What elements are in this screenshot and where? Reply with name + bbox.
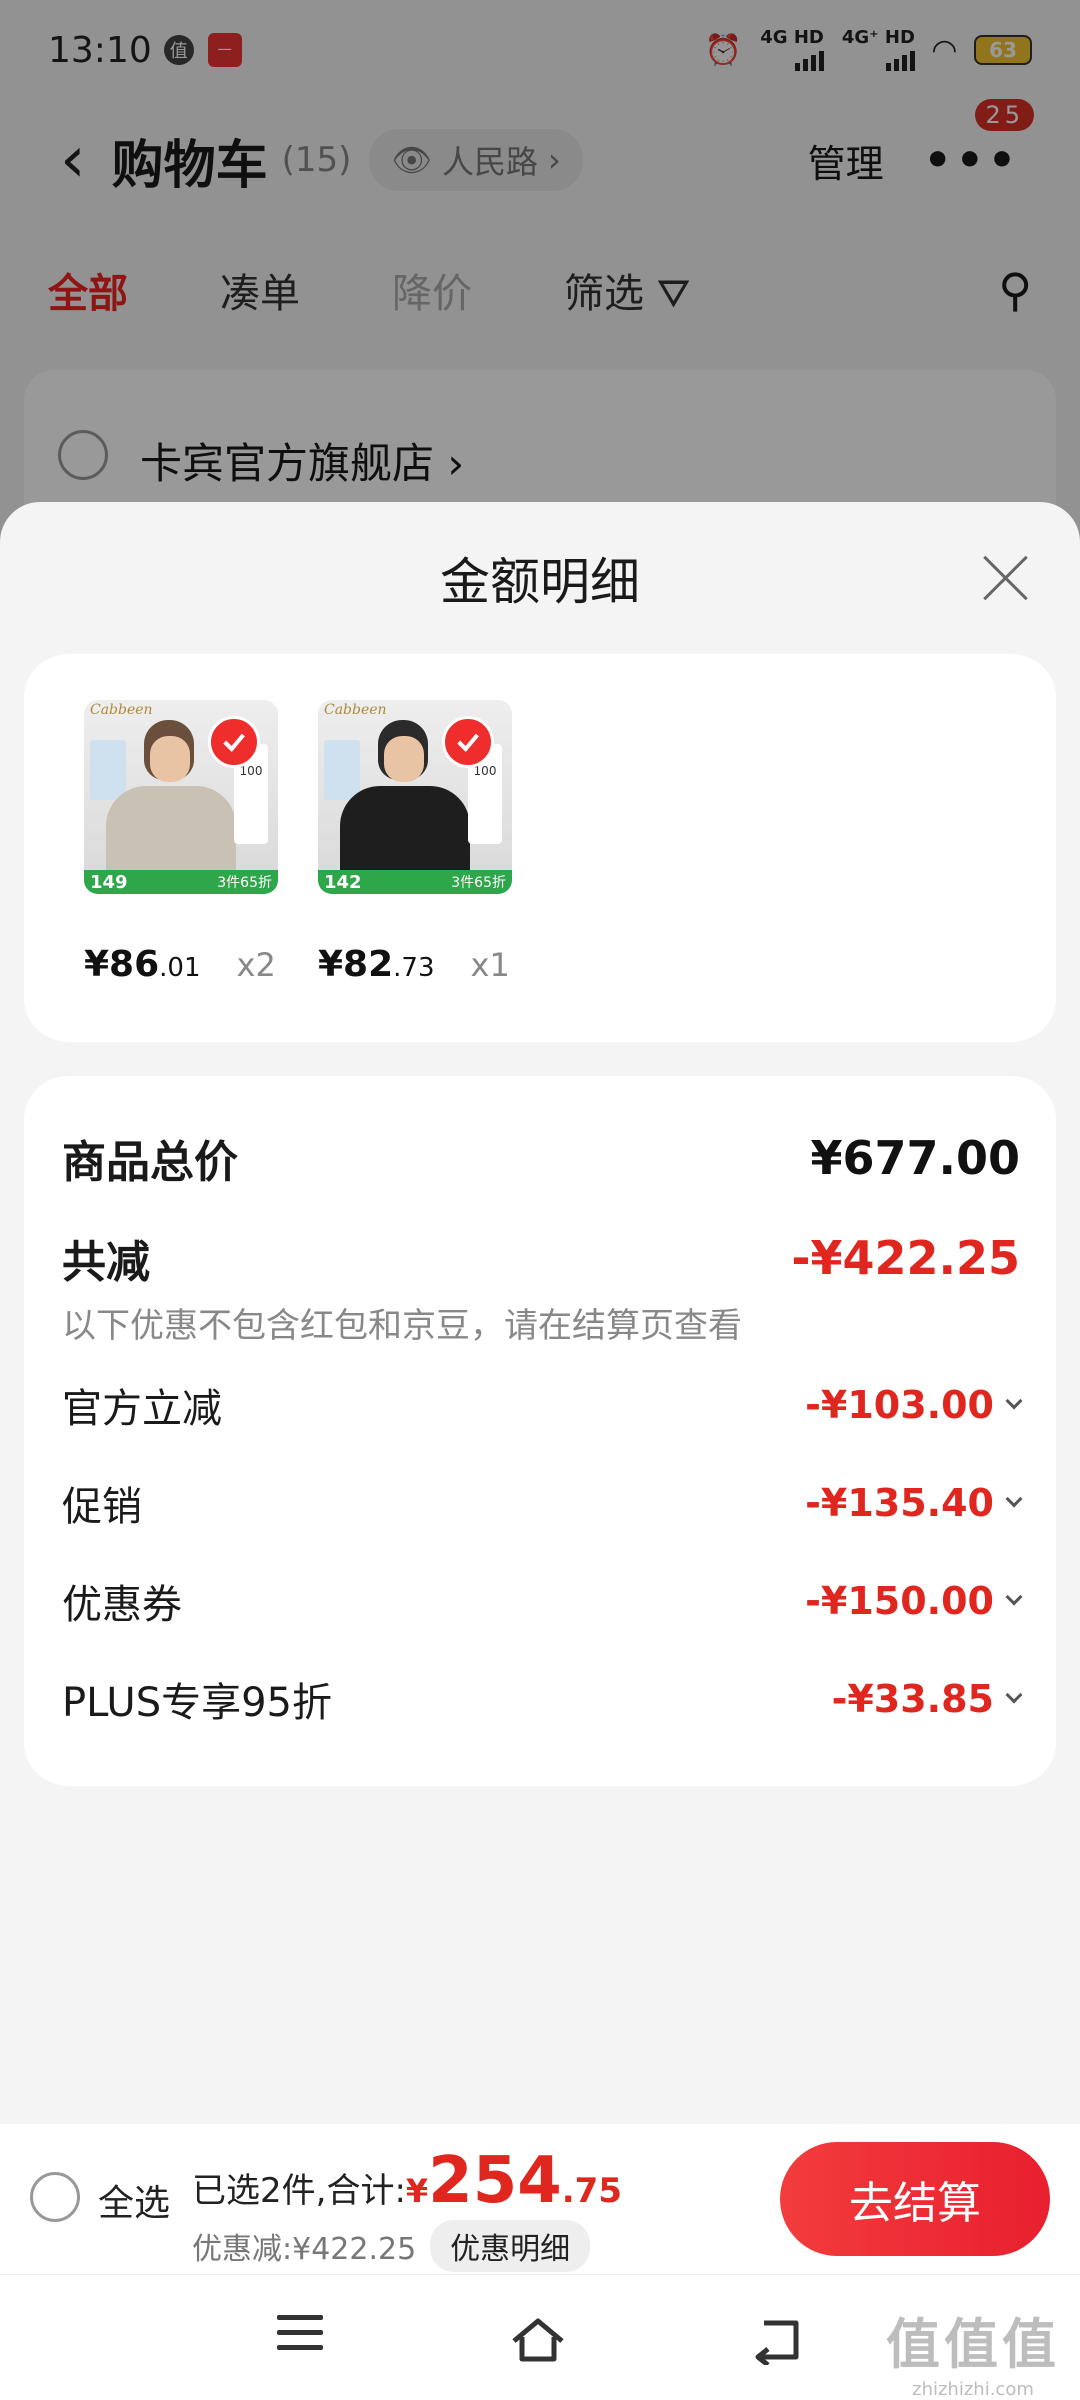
select-all-radio[interactable] [30, 2172, 80, 2222]
discount-summary: 优惠减:¥422.25 优惠明细 [192, 2220, 591, 2272]
discount-value: -¥150.00 [805, 1579, 1023, 1623]
thumb-promo-strip: 142 3件65折 [318, 870, 512, 894]
checkout-button[interactable]: 去结算 [780, 2142, 1050, 2256]
total-price-value: ¥677.00 [810, 1131, 1020, 1185]
products-card: 100 Cabbeen 149 3件65折 ¥86.01 x2 100 Cabb… [24, 654, 1056, 1042]
thumb-price: 149 [90, 871, 128, 893]
product-price: ¥86.01 [84, 944, 201, 985]
selected-check-icon [442, 716, 494, 768]
amount-detail-sheet: 金额明细 100 Cabbeen 149 3件65折 ¥86.01 x2 100… [0, 502, 1080, 2400]
watermark-url: zhizhizhi.com [912, 2379, 1034, 2400]
total-dec: .75 [561, 2171, 622, 2211]
thumb-price: 142 [324, 871, 362, 893]
discount-detail-button[interactable]: 优惠明细 [430, 2220, 591, 2272]
total-amount: ¥254.75 [406, 2144, 622, 2218]
thumb-promo: 3件65折 [451, 875, 506, 891]
product-price: ¥82.73 [318, 944, 435, 985]
discount-label: 促销 [62, 1484, 142, 1530]
discount-amount: -¥103.00 [805, 1383, 994, 1427]
discount-amount: -¥33.85 [831, 1677, 994, 1721]
discount-value: -¥103.00 [805, 1383, 1023, 1427]
total-int: 254 [428, 2144, 562, 2218]
price-dec: .73 [393, 953, 435, 983]
price-int: ¥86 [84, 944, 160, 985]
reduce-note: 以下优惠不包含红包和京豆，请在结算页查看 [62, 1306, 742, 1346]
discount-text: 优惠减:¥422.25 [192, 2232, 417, 2267]
chevron-down-icon [1005, 1686, 1023, 1704]
menu-icon[interactable] [270, 2315, 330, 2365]
close-icon[interactable] [980, 552, 1030, 602]
total-price-label: 商品总价 [62, 1137, 238, 1188]
chevron-down-icon [1005, 1392, 1023, 1410]
thumb-promo-strip: 149 3件65折 [84, 870, 278, 894]
discount-value: -¥135.40 [805, 1481, 1023, 1525]
watermark-text: 值值值 [886, 2313, 1060, 2376]
brand-logo: Cabbeen [324, 702, 387, 718]
watermark-logo: 值值值 zhizhizhi.com [886, 2300, 1060, 2400]
price-int: ¥82 [318, 944, 394, 985]
chevron-down-icon [1005, 1490, 1023, 1508]
discount-value: -¥33.85 [831, 1677, 1023, 1721]
discount-row[interactable]: PLUS专享95折 -¥33.85 [62, 1670, 1023, 1728]
selected-check-icon [208, 716, 260, 768]
checkout-bar: 全选 已选2件,合计: ¥254.75 优惠减:¥422.25 优惠明细 去结算 [0, 2124, 1080, 2274]
amount-detail-card: 商品总价 ¥677.00 共减 -¥422.25 以下优惠不包含红包和京豆，请在… [24, 1076, 1056, 1786]
price-dec: .01 [159, 953, 201, 983]
home-icon[interactable] [508, 2315, 568, 2365]
discount-amount: -¥135.40 [805, 1481, 994, 1525]
total-reduce-row: 共减 -¥422.25 [62, 1226, 1020, 1290]
discount-row[interactable]: 优惠券 -¥150.00 [62, 1572, 1023, 1630]
discount-label: 优惠券 [62, 1582, 182, 1628]
total-reduce-value: -¥422.25 [791, 1231, 1020, 1285]
discount-row[interactable]: 促销 -¥135.40 [62, 1474, 1023, 1532]
selected-summary: 已选2件,合计: ¥254.75 [192, 2144, 622, 2218]
sheet-title: 金额明细 [440, 553, 640, 611]
thumb-promo: 3件65折 [217, 875, 272, 891]
product-qty: x1 [470, 946, 510, 984]
total-reduce-label: 共减 [62, 1237, 150, 1288]
total-price-row: 商品总价 ¥677.00 [62, 1126, 1020, 1190]
discount-label: 官方立减 [62, 1386, 222, 1432]
selected-prefix: 已选2件,合计: [192, 2171, 406, 2211]
brand-logo: Cabbeen [90, 702, 153, 718]
total-yen: ¥ [405, 2172, 429, 2210]
product-item[interactable]: 100 Cabbeen 149 3件65折 ¥86.01 x2 [84, 700, 280, 985]
back-nav-icon[interactable] [750, 2315, 810, 2367]
product-item[interactable]: 100 Cabbeen 142 3件65折 ¥82.73 x1 [318, 700, 514, 985]
discount-row[interactable]: 官方立减 -¥103.00 [62, 1376, 1023, 1434]
discount-label: PLUS专享95折 [62, 1680, 332, 1726]
product-qty: x2 [236, 946, 276, 984]
discount-amount: -¥150.00 [805, 1579, 994, 1623]
select-all-label[interactable]: 全选 [98, 2174, 170, 2226]
chevron-down-icon [1005, 1588, 1023, 1606]
